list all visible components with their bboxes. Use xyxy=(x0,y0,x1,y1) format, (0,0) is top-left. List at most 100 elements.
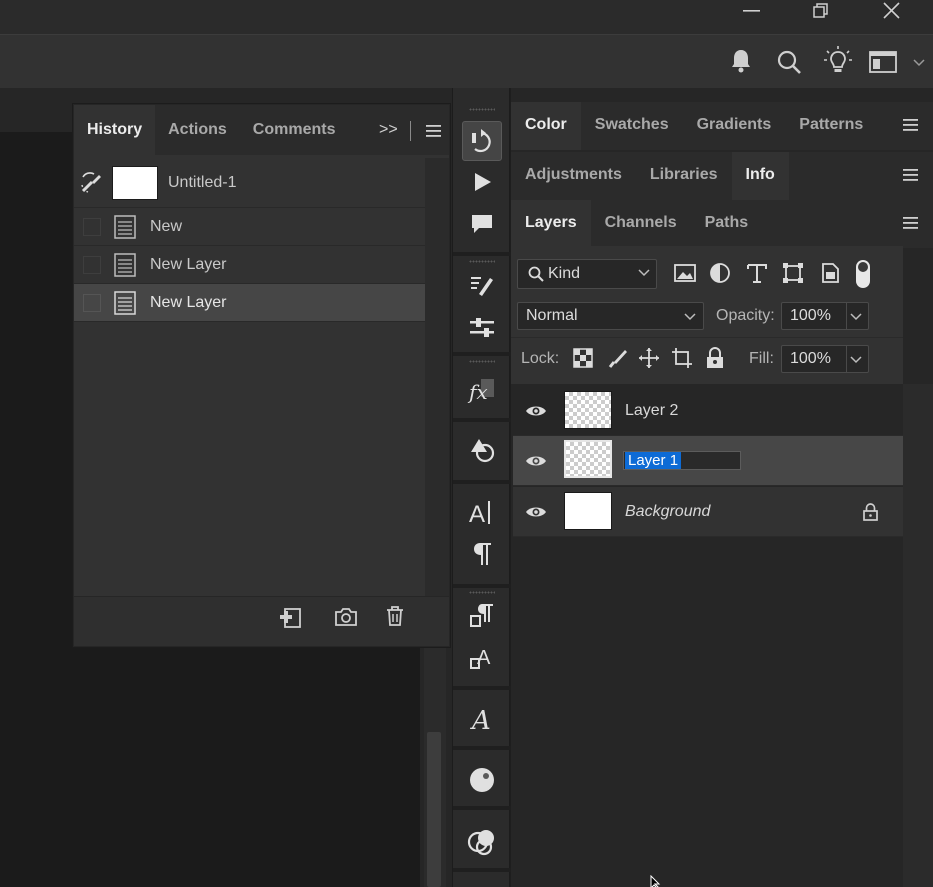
history-source-checkbox[interactable] xyxy=(83,255,101,274)
panel-menu-icon[interactable] xyxy=(903,119,919,131)
history-brush-source-icon[interactable] xyxy=(80,171,104,195)
history-panel: History Actions Comments >> Untitled-1 N… xyxy=(73,104,450,647)
restore-button[interactable] xyxy=(812,2,830,20)
layer-row-selected[interactable]: Layer 1 xyxy=(513,436,903,486)
history-footer xyxy=(74,596,449,646)
smart-object-filter-icon[interactable] xyxy=(819,262,841,284)
layer-name[interactable]: Layer 2 xyxy=(625,402,678,420)
sphere-icon[interactable] xyxy=(462,760,502,800)
title-bar xyxy=(0,0,933,34)
lock-transparent-pixels-icon[interactable] xyxy=(573,348,593,368)
opacity-value: 100% xyxy=(790,307,831,324)
new-document-from-state-icon[interactable] xyxy=(278,606,304,630)
group-separator xyxy=(453,352,511,356)
drag-grip[interactable] xyxy=(469,108,495,111)
color-panel-group: Color Swatches Gradients Patterns xyxy=(511,102,933,150)
svg-text:A: A xyxy=(469,501,485,526)
color-circles-icon[interactable] xyxy=(462,822,502,862)
layer-row[interactable]: Layer 2 xyxy=(513,386,903,436)
opacity-field[interactable]: 100% xyxy=(781,302,869,330)
snapshot-thumbnail xyxy=(112,165,158,200)
lightbulb-icon[interactable] xyxy=(823,45,853,75)
history-scrollbar[interactable] xyxy=(425,158,449,596)
image-filter-icon[interactable] xyxy=(674,262,696,284)
tab-patterns[interactable]: Patterns xyxy=(785,102,877,150)
blend-mode-value: Normal xyxy=(526,307,578,324)
history-state-label: New xyxy=(150,217,183,235)
search-icon[interactable] xyxy=(776,49,802,75)
history-state-label: New Layer xyxy=(150,255,227,273)
svg-text:A: A xyxy=(470,706,491,733)
tab-channels[interactable]: Channels xyxy=(591,200,691,248)
tab-color[interactable]: Color xyxy=(511,102,581,150)
tab-swatches[interactable]: Swatches xyxy=(581,102,683,150)
adjustments-sliders-icon[interactable] xyxy=(462,308,502,348)
paragraph-icon[interactable] xyxy=(462,534,502,574)
drag-grip[interactable] xyxy=(469,360,495,363)
comment-icon[interactable] xyxy=(462,204,502,244)
character-styles-icon[interactable]: A xyxy=(462,638,502,678)
history-brush-icon[interactable] xyxy=(462,121,502,161)
panel-menu-icon[interactable] xyxy=(426,125,442,137)
tab-adjustments[interactable]: Adjustments xyxy=(511,152,636,200)
character-icon[interactable]: A xyxy=(462,492,502,532)
lock-all-icon[interactable] xyxy=(706,347,724,369)
fx-icon[interactable]: fx xyxy=(462,371,502,411)
chevron-down-icon xyxy=(684,313,696,321)
tab-info[interactable]: Info xyxy=(731,152,789,200)
layer-name[interactable]: Background xyxy=(625,503,710,521)
drag-grip[interactable] xyxy=(469,260,495,263)
layers-scrollbar[interactable] xyxy=(903,384,933,887)
tab-libraries[interactable]: Libraries xyxy=(636,152,732,200)
tab-history[interactable]: History xyxy=(74,105,156,155)
type-filter-icon[interactable] xyxy=(746,262,768,284)
blend-mode-dropdown[interactable]: Normal xyxy=(517,302,704,330)
history-source-checkbox[interactable] xyxy=(83,293,101,312)
shapes-icon[interactable] xyxy=(462,430,502,470)
filter-kind-dropdown[interactable]: Kind xyxy=(517,259,657,289)
chevron-down-icon[interactable] xyxy=(850,356,862,364)
panel-menu-icon[interactable] xyxy=(903,169,919,181)
filter-toggle-switch[interactable] xyxy=(855,259,871,289)
layer-thumbnail xyxy=(564,440,612,478)
camera-icon[interactable] xyxy=(334,607,358,627)
group-separator xyxy=(453,418,511,422)
history-state-item[interactable]: New Layer xyxy=(74,246,425,284)
tab-gradients[interactable]: Gradients xyxy=(683,102,786,150)
tab-actions[interactable]: Actions xyxy=(155,105,240,155)
eye-icon[interactable] xyxy=(525,404,547,418)
eye-icon[interactable] xyxy=(525,454,547,468)
shape-filter-icon[interactable] xyxy=(782,262,804,284)
panel-menu-icon[interactable] xyxy=(903,217,919,229)
history-state-item[interactable]: New xyxy=(74,208,425,246)
brush-settings-icon[interactable] xyxy=(462,265,502,305)
tab-comments[interactable]: Comments xyxy=(240,105,349,155)
glyphs-icon[interactable]: A xyxy=(462,699,502,739)
history-snapshot[interactable]: Untitled-1 xyxy=(74,158,425,208)
history-state-item-selected[interactable]: New Layer xyxy=(74,284,425,322)
history-source-checkbox[interactable] xyxy=(83,217,101,236)
chevron-down-icon[interactable] xyxy=(850,313,862,321)
group-separator xyxy=(453,746,511,750)
lock-image-pixels-icon[interactable] xyxy=(607,347,629,369)
lock-artboard-icon[interactable] xyxy=(671,347,693,369)
paragraph-styles-icon[interactable] xyxy=(462,596,502,636)
close-button[interactable] xyxy=(883,2,901,20)
drag-grip[interactable] xyxy=(469,591,495,594)
layer-row[interactable]: Background xyxy=(513,487,903,537)
panel-overflow-button[interactable]: >> xyxy=(379,121,398,139)
layer-thumbnail xyxy=(564,391,612,429)
fill-field[interactable]: 100% xyxy=(781,345,869,373)
eye-icon[interactable] xyxy=(525,505,547,519)
tab-layers[interactable]: Layers xyxy=(511,200,591,248)
lock-position-icon[interactable] xyxy=(638,347,660,369)
workspace-icon[interactable] xyxy=(869,50,929,74)
adjustment-filter-icon[interactable] xyxy=(709,262,731,284)
layer-rename-input[interactable]: Layer 1 xyxy=(623,451,741,470)
minimize-button[interactable] xyxy=(743,9,761,13)
play-icon[interactable] xyxy=(462,162,502,202)
bell-icon[interactable] xyxy=(730,48,752,74)
tab-paths[interactable]: Paths xyxy=(691,200,763,248)
trash-icon[interactable] xyxy=(385,605,405,627)
scrollbar-thumb[interactable] xyxy=(427,732,441,887)
